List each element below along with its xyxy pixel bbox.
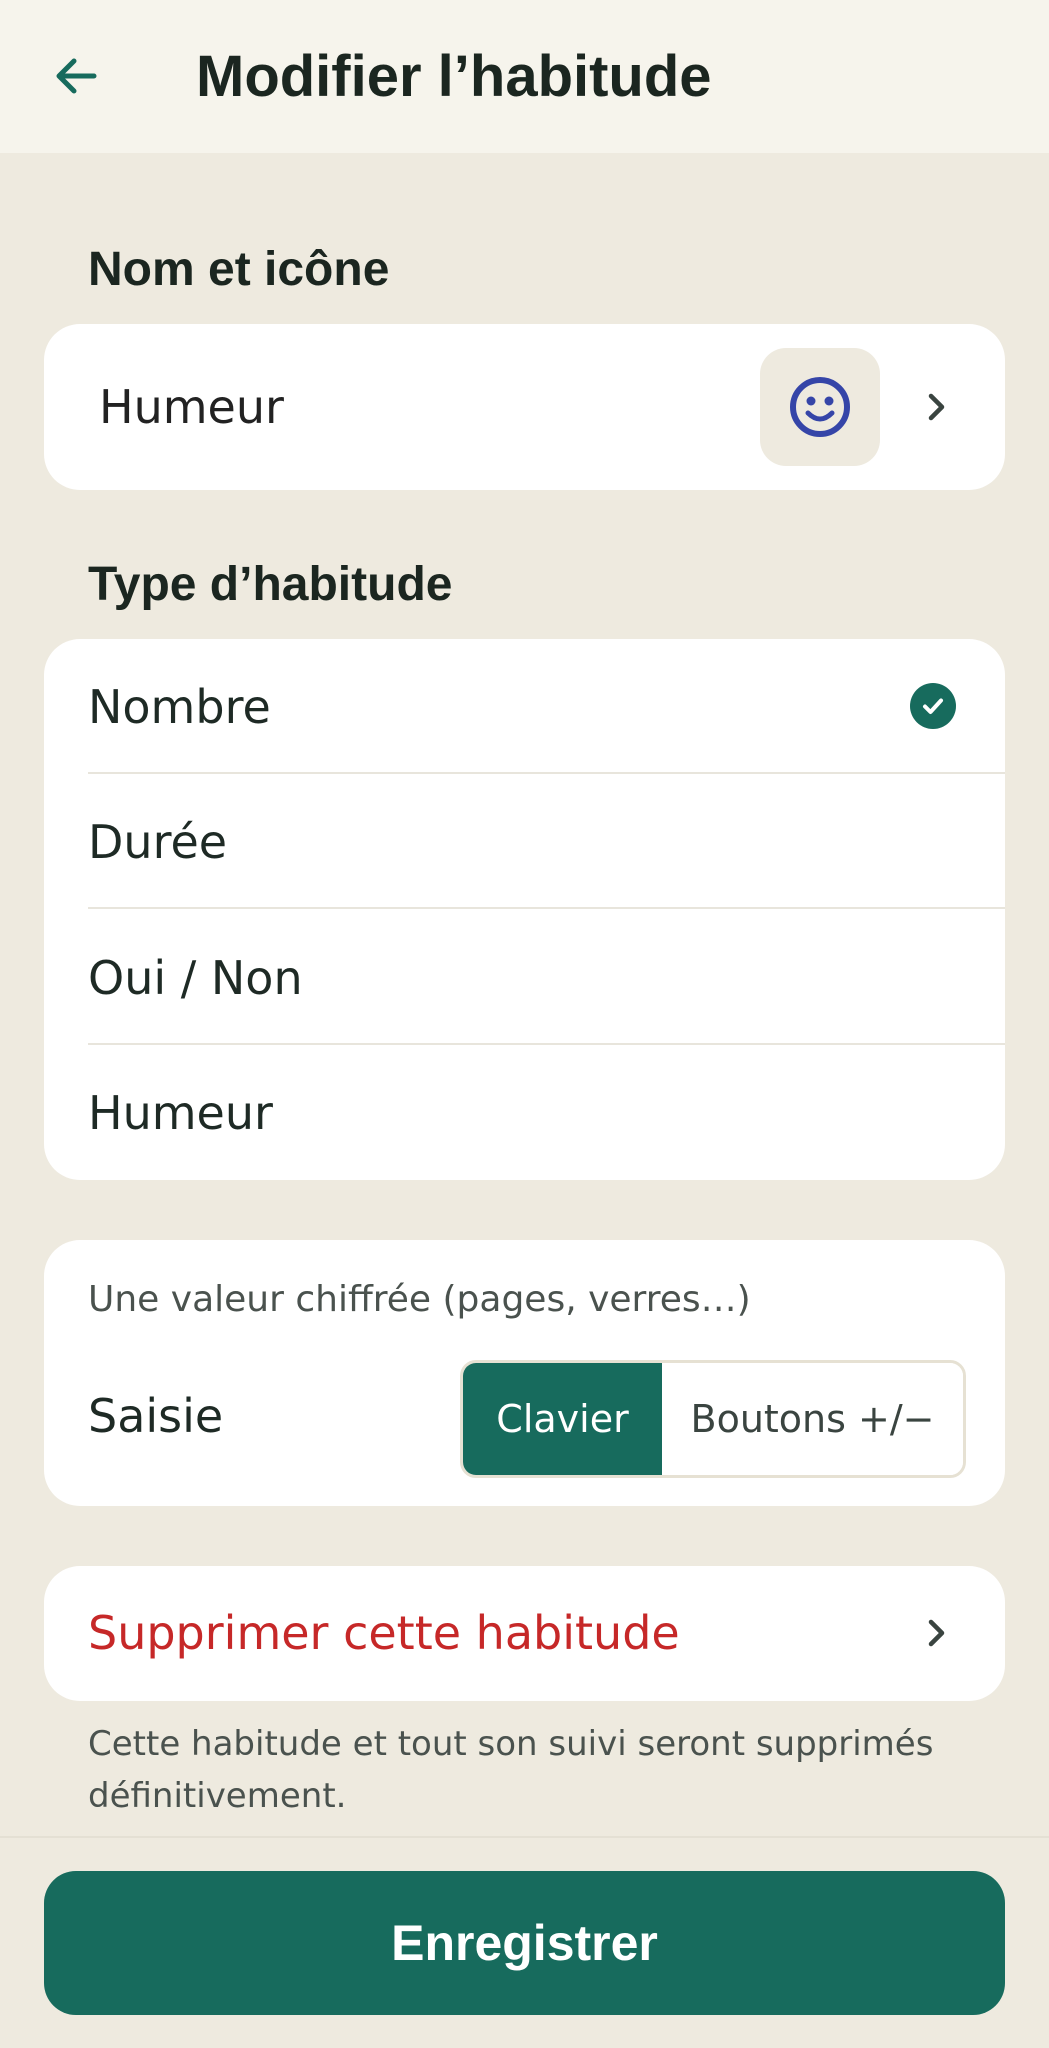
back-button[interactable]	[40, 40, 112, 112]
type-option-label: Humeur	[88, 1086, 273, 1140]
type-option-humeur[interactable]: Humeur	[44, 1045, 1005, 1180]
segment-clavier[interactable]: Clavier	[463, 1363, 662, 1475]
segment-boutons[interactable]: Boutons +/−	[662, 1363, 963, 1475]
page-title: Modifier l’habitude	[196, 44, 712, 109]
input-mode-card: Une valeur chiffrée (pages, verres…) Sai…	[44, 1240, 1005, 1506]
arrow-left-icon	[56, 58, 97, 94]
divider	[88, 907, 1005, 909]
habit-icon-button[interactable]	[760, 348, 880, 466]
footer-divider	[0, 1836, 1049, 1838]
smiley-face-icon	[790, 377, 850, 437]
name-section-title: Nom et icône	[88, 243, 390, 296]
type-option-label: Oui / Non	[88, 951, 303, 1005]
type-option-label: Nombre	[88, 680, 271, 734]
input-mode-segmented-control: Clavier Boutons +/−	[460, 1360, 966, 1478]
name-and-icon-card[interactable]: Humeur	[44, 324, 1005, 490]
habit-name-value: Humeur	[99, 380, 284, 434]
delete-habit-button[interactable]: Supprimer cette habitude	[44, 1566, 1005, 1701]
type-section-title: Type d’habitude	[88, 558, 453, 611]
type-option-label: Durée	[88, 815, 228, 869]
type-option-duree[interactable]: Durée	[44, 774, 1005, 909]
chevron-right-icon	[916, 387, 956, 427]
habit-type-list: Nombre Durée Oui / Non Humeur	[44, 639, 1005, 1180]
type-description: Une valeur chiffrée (pages, verres…)	[88, 1279, 751, 1320]
delete-habit-label: Supprimer cette habitude	[88, 1606, 680, 1660]
save-button[interactable]: Enregistrer	[44, 1871, 1005, 2015]
top-app-bar: Modifier l’habitude	[0, 0, 1049, 153]
type-option-nombre[interactable]: Nombre	[44, 639, 1005, 774]
input-mode-label: Saisie	[88, 1389, 224, 1443]
chevron-right-icon	[916, 1613, 956, 1653]
check-circle-icon	[910, 683, 956, 729]
delete-warning-note: Cette habitude et tout son suivi seront …	[88, 1724, 934, 1816]
type-option-oui-non[interactable]: Oui / Non	[44, 910, 1005, 1045]
